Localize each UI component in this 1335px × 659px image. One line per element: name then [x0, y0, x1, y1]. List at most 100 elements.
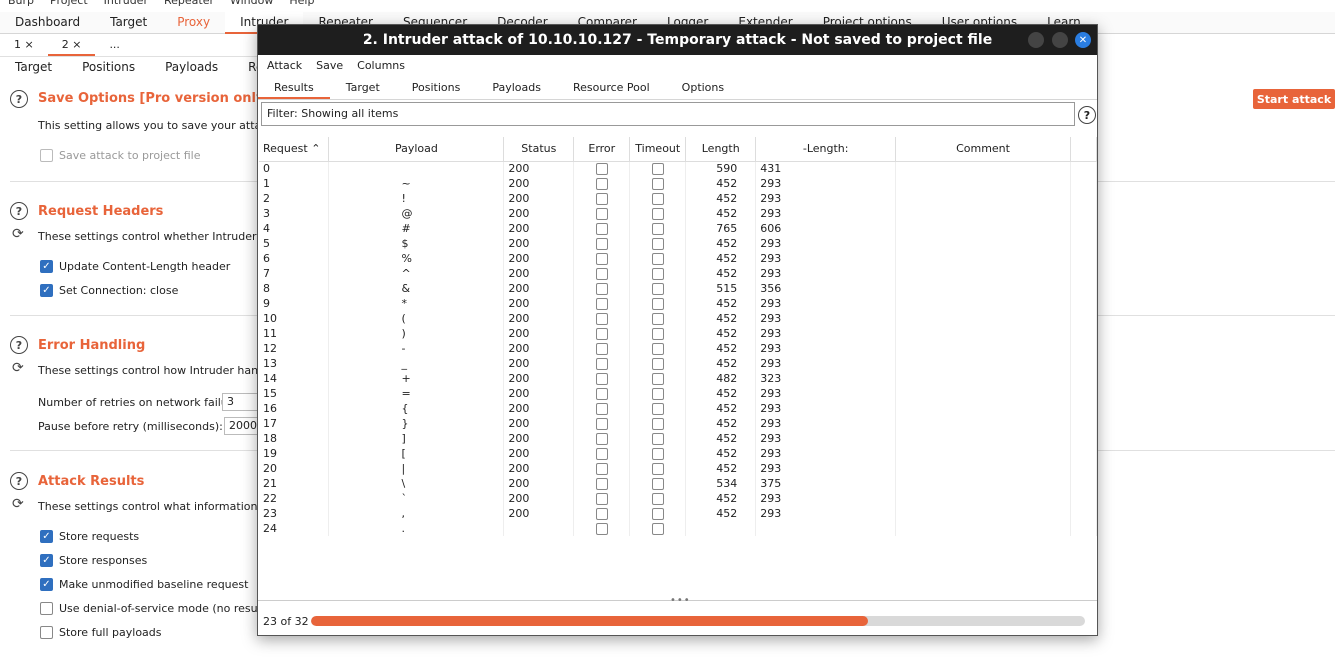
- error-checkbox[interactable]: [595, 328, 608, 340]
- error-checkbox[interactable]: [595, 193, 608, 205]
- error-checkbox[interactable]: [595, 268, 608, 280]
- error-checkbox[interactable]: [595, 403, 608, 415]
- tab-proxy[interactable]: Proxy: [162, 12, 225, 34]
- tab-positions[interactable]: Positions: [396, 76, 477, 99]
- subtab-payloads[interactable]: Payloads: [150, 58, 233, 80]
- store-responses-checkbox[interactable]: ✓: [40, 554, 53, 567]
- store-full-payloads-row[interactable]: Store full payloads: [40, 626, 162, 639]
- close-icon[interactable]: ✕: [1075, 32, 1091, 48]
- timeout-checkbox[interactable]: [651, 178, 664, 190]
- error-checkbox[interactable]: [595, 163, 608, 176]
- error-checkbox[interactable]: [595, 463, 608, 475]
- baseline-request-checkbox[interactable]: ✓: [40, 578, 53, 591]
- error-checkbox[interactable]: [595, 253, 608, 265]
- menu-save[interactable]: Save: [309, 59, 350, 72]
- set-connection-close-checkbox[interactable]: ✓: [40, 284, 53, 297]
- error-checkbox[interactable]: [595, 418, 608, 430]
- help-icon[interactable]: ?: [10, 90, 28, 108]
- menu-repeater[interactable]: Repeater: [156, 0, 222, 10]
- start-attack-button[interactable]: Start attack: [1253, 89, 1335, 109]
- attack-tab-2[interactable]: 2 ×: [47, 35, 96, 56]
- resize-handle[interactable]: •••: [670, 595, 691, 606]
- menu-attack[interactable]: Attack: [260, 59, 309, 72]
- error-checkbox[interactable]: [595, 283, 608, 295]
- refresh-icon[interactable]: ⟳: [12, 360, 24, 376]
- table-row[interactable]: 12-200 452 293: [259, 341, 1098, 356]
- error-checkbox[interactable]: [595, 223, 608, 235]
- table-row[interactable]: 15 = 200 452 293: [259, 386, 1098, 401]
- timeout-checkbox[interactable]: [651, 358, 664, 370]
- dos-mode-row[interactable]: Use denial-of-service mode (no results): [40, 602, 275, 615]
- timeout-checkbox[interactable]: [651, 253, 664, 265]
- table-row[interactable]: 14 +200 482 323: [259, 371, 1098, 386]
- menu-columns[interactable]: Columns: [350, 59, 412, 72]
- col-payload[interactable]: Payload: [328, 137, 505, 162]
- table-row[interactable]: 5 $200 452 293: [259, 236, 1098, 251]
- baseline-request-row[interactable]: ✓ Make unmodified baseline request: [40, 578, 248, 591]
- timeout-checkbox[interactable]: [651, 328, 664, 340]
- set-connection-close-row[interactable]: ✓ Set Connection: close: [40, 284, 178, 297]
- error-checkbox[interactable]: [595, 358, 608, 370]
- save-attack-checkbox-row[interactable]: Save attack to project file: [40, 149, 201, 162]
- menu-window[interactable]: Window: [222, 0, 281, 10]
- tab-target[interactable]: Target: [330, 76, 396, 99]
- tab-results[interactable]: Results: [258, 76, 330, 99]
- retries-input[interactable]: 3: [222, 393, 262, 411]
- maximize-icon[interactable]: [1052, 32, 1068, 48]
- error-checkbox[interactable]: [595, 478, 608, 490]
- table-row[interactable]: 10(200 452 293: [259, 311, 1098, 326]
- table-row[interactable]: 11) 200 452 293: [259, 326, 1098, 341]
- table-row[interactable]: 18] 200 452 293: [259, 431, 1098, 446]
- refresh-icon[interactable]: ⟳: [12, 226, 24, 242]
- refresh-icon[interactable]: ⟳: [12, 496, 24, 512]
- menu-intruder[interactable]: Intruder: [96, 0, 156, 10]
- store-requests-checkbox[interactable]: ✓: [40, 530, 53, 543]
- dos-mode-checkbox[interactable]: [40, 602, 53, 615]
- error-checkbox[interactable]: [595, 388, 608, 400]
- timeout-checkbox[interactable]: [651, 343, 664, 355]
- table-row[interactable]: 22 ` 200 452 293: [259, 491, 1098, 506]
- error-checkbox[interactable]: [595, 343, 608, 355]
- table-row[interactable]: 17} 200 452 293: [259, 416, 1098, 431]
- help-icon[interactable]: ?: [10, 336, 28, 354]
- timeout-checkbox[interactable]: [651, 313, 664, 325]
- timeout-checkbox[interactable]: [651, 448, 664, 460]
- col-length[interactable]: Length: [685, 137, 757, 162]
- table-row[interactable]: 4 #200 765 606: [259, 221, 1098, 236]
- store-requests-row[interactable]: ✓ Store requests: [40, 530, 139, 543]
- subtab-target[interactable]: Target: [0, 58, 67, 80]
- tab-options[interactable]: Options: [666, 76, 740, 99]
- col-minus-length[interactable]: -Length:: [755, 137, 897, 162]
- timeout-checkbox[interactable]: [651, 373, 664, 385]
- error-checkbox[interactable]: [595, 373, 608, 385]
- minimize-icon[interactable]: [1028, 32, 1044, 48]
- table-row[interactable]: 3 @200 452 293: [259, 206, 1098, 221]
- tab-payloads[interactable]: Payloads: [476, 76, 557, 99]
- tab-dashboard[interactable]: Dashboard: [0, 12, 95, 34]
- save-attack-checkbox[interactable]: [40, 149, 53, 162]
- error-checkbox[interactable]: [595, 178, 608, 190]
- table-row[interactable]: 6% 200 452 293: [259, 251, 1098, 266]
- store-responses-row[interactable]: ✓ Store responses: [40, 554, 147, 567]
- error-checkbox[interactable]: [595, 208, 608, 220]
- error-checkbox[interactable]: [595, 238, 608, 250]
- timeout-checkbox[interactable]: [651, 508, 664, 520]
- store-full-payloads-checkbox[interactable]: [40, 626, 53, 639]
- error-checkbox[interactable]: [595, 493, 608, 505]
- timeout-checkbox[interactable]: [651, 208, 664, 220]
- timeout-checkbox[interactable]: [651, 223, 664, 235]
- timeout-checkbox[interactable]: [651, 238, 664, 250]
- error-checkbox[interactable]: [595, 298, 608, 310]
- help-icon[interactable]: ?: [10, 472, 28, 490]
- table-row[interactable]: 19[200 452 293: [259, 446, 1098, 461]
- table-row[interactable]: 16{200 452 293: [259, 401, 1098, 416]
- table-row[interactable]: 13 _ 200 452 293: [259, 356, 1098, 371]
- error-checkbox[interactable]: [595, 523, 608, 535]
- table-row[interactable]: 0 200 590 431: [259, 161, 1098, 176]
- timeout-checkbox[interactable]: [651, 433, 664, 445]
- table-row[interactable]: 2! 200 452 293: [259, 191, 1098, 206]
- col-comment[interactable]: Comment: [895, 137, 1071, 162]
- error-checkbox[interactable]: [595, 313, 608, 325]
- tab-resource-pool[interactable]: Resource Pool: [557, 76, 666, 99]
- table-row[interactable]: 20 | 200 452 293: [259, 461, 1098, 476]
